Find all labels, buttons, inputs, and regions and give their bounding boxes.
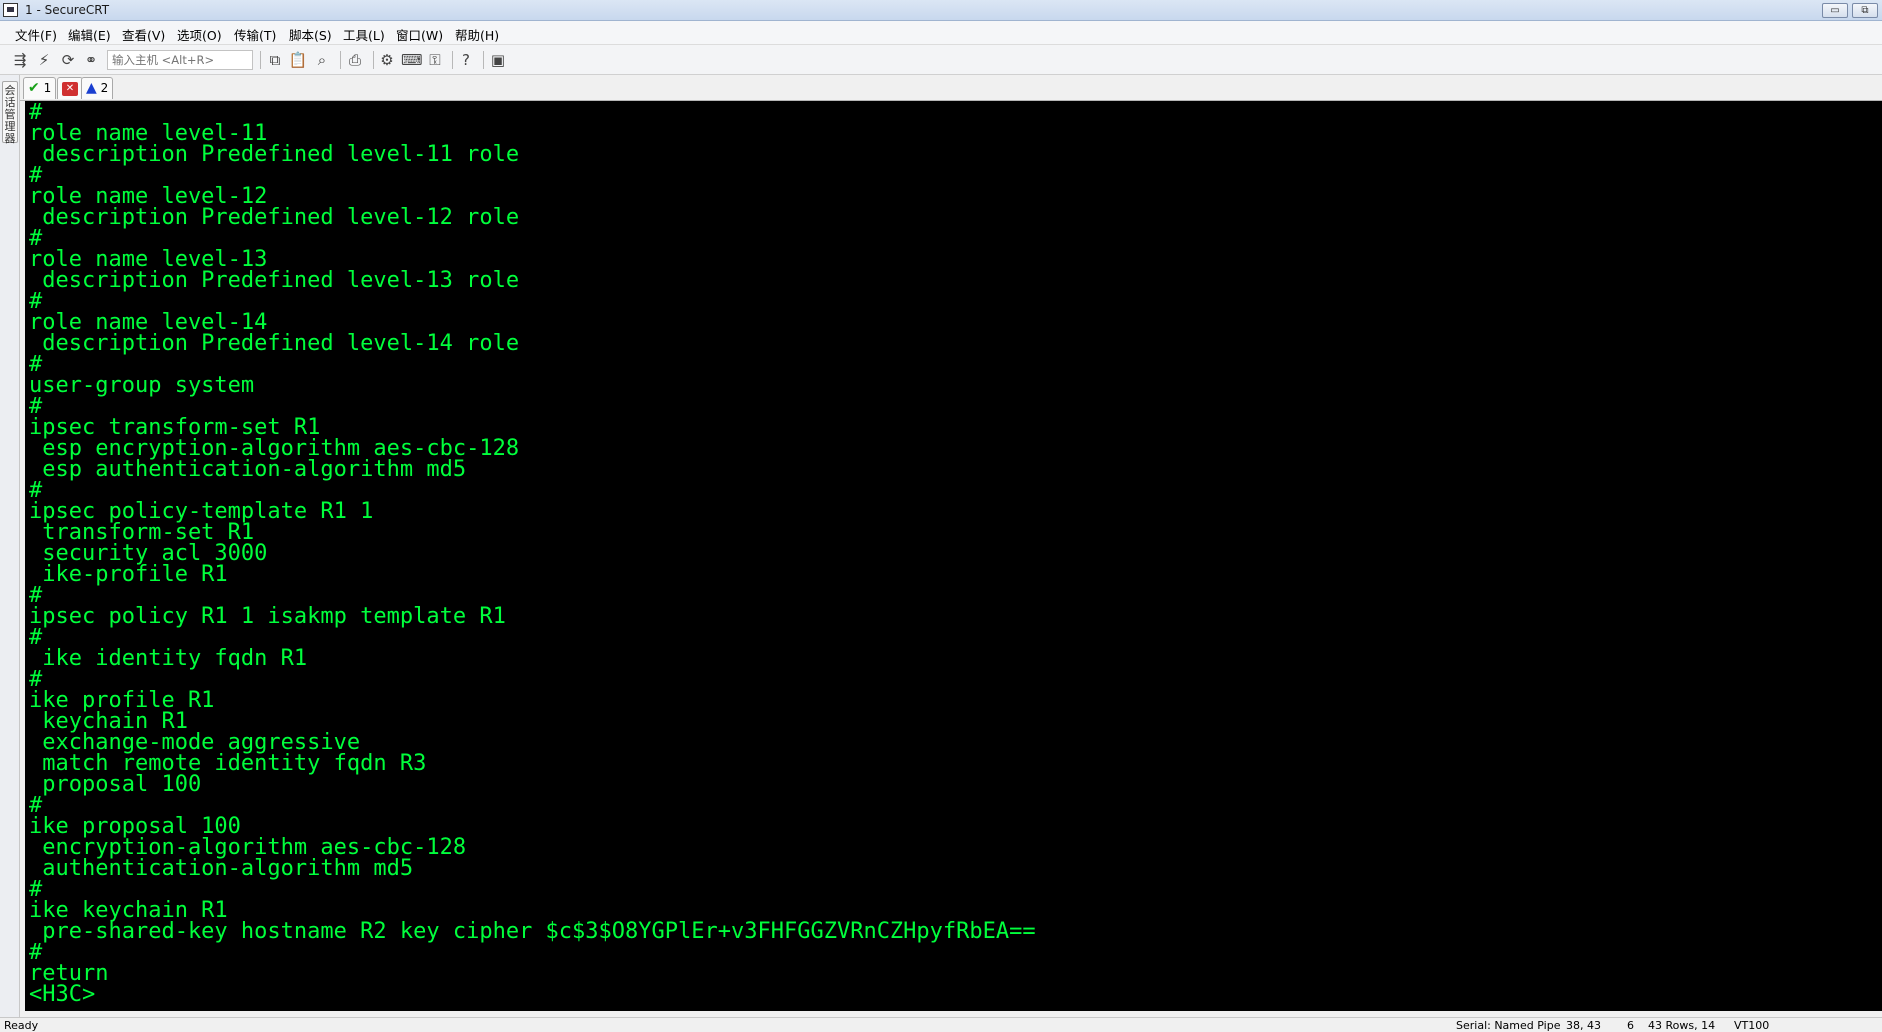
menu-help[interactable]: 帮助(H) (455, 25, 499, 44)
copy-icon[interactable]: ⧉ (265, 50, 285, 70)
terminal-line: description Predefined level-12 role (29, 205, 520, 230)
print-icon[interactable]: ⎙ (345, 50, 365, 70)
window-title: 1 - SecureCRT (25, 3, 110, 17)
terminal-line: esp authentication-algorithm md5 (29, 457, 467, 482)
terminal-line: description Predefined level-14 role (29, 331, 520, 356)
session-tab-label: 2 (100, 81, 109, 95)
key-icon[interactable]: ⚿ (425, 50, 445, 70)
session-tab-disconnected[interactable]: ✕ (57, 77, 83, 99)
terminal-line: return (29, 961, 109, 986)
reconnect-icon[interactable]: ⟳ (58, 50, 78, 70)
terminal-line: keychain R1 (29, 709, 188, 734)
title-bar: 1 - SecureCRT ▭ ⧉ (0, 0, 1882, 21)
terminal-line: description Predefined level-11 role (29, 142, 520, 167)
terminal-line: # (29, 793, 43, 818)
menu-script[interactable]: 脚本(S) (289, 25, 332, 44)
gear-icon[interactable]: ⚙ (377, 50, 397, 70)
terminal-line: # (29, 625, 43, 650)
terminal-line: role name level-14 (29, 310, 268, 335)
status-bar: Ready Serial: Named Pipe 38, 43 6 43 Row… (0, 1017, 1882, 1032)
terminal-line: transform-set R1 (29, 520, 255, 545)
menu-transfer[interactable]: 传输(T) (234, 25, 276, 44)
terminal-output: # role name level-11 description Predefin… (29, 101, 1036, 1007)
disconnect-icon[interactable]: ⚭ (81, 50, 101, 70)
toolbar-separator (452, 51, 453, 69)
session-tab-label: 1 (43, 81, 52, 95)
terminal-line: ike proposal 100 (29, 814, 241, 839)
terminal-line: esp encryption-algorithm aes-cbc-128 (29, 436, 520, 461)
terminal-line: ike keychain R1 (29, 898, 228, 923)
session-manager-tab[interactable]: 会话管理器 (2, 81, 18, 145)
menu-edit[interactable]: 编辑(E) (68, 25, 111, 44)
terminal-line: # (29, 940, 43, 965)
terminal-line: ipsec transform-set R1 (29, 415, 321, 440)
session-manager-strip: 会话管理器 (0, 75, 20, 1017)
quick-connect-icon[interactable]: ⚡ (34, 50, 54, 70)
terminal-line: encryption-algorithm aes-cbc-128 (29, 835, 467, 860)
keymap-icon[interactable]: ⌨ (401, 50, 423, 70)
connected-check-icon: ✔ (28, 80, 40, 96)
terminal-line: # (29, 394, 43, 419)
status-emulation: VT100 (1734, 1019, 1770, 1032)
restore-button[interactable]: ⧉ (1852, 3, 1878, 18)
status-ready: Ready (4, 1019, 39, 1032)
toolbar-separator (483, 51, 484, 69)
disconnected-icon: ✕ (62, 81, 78, 96)
warning-icon: ▲ (86, 80, 97, 96)
menu-view[interactable]: 查看(V) (122, 25, 165, 44)
status-size: 43 Rows, 14 (1648, 1019, 1716, 1032)
menu-file[interactable]: 文件(F) (15, 25, 57, 44)
menu-tools[interactable]: 工具(L) (343, 25, 385, 44)
session-tab-2[interactable]: ▲ 2 (81, 77, 114, 99)
terminal-line: ike identity fqdn R1 (29, 646, 308, 671)
status-connection: Serial: Named Pipe (1456, 1019, 1561, 1032)
terminal-line: ike-profile R1 (29, 562, 228, 587)
menu-window[interactable]: 窗口(W) (396, 25, 443, 44)
terminal-line: user-group system (29, 373, 255, 398)
terminal-line: # (29, 877, 43, 902)
terminal-line: pre-shared-key hostname R2 key cipher $c… (29, 919, 1036, 944)
terminal-line: ipsec policy-template R1 1 (29, 499, 374, 524)
terminal-line: security acl 3000 (29, 541, 268, 566)
toolbar-separator (340, 51, 341, 69)
terminal-line: <H3C> (29, 982, 96, 1007)
status-position: 38, 43 (1566, 1019, 1601, 1032)
terminal-line: # (29, 226, 43, 251)
terminal-screen[interactable]: # role name level-11 description Predefin… (25, 101, 1882, 1011)
terminal-line: ipsec policy R1 1 isakmp template R1 (29, 604, 506, 629)
terminal-line: description Predefined level-13 role (29, 268, 520, 293)
session-tab-bar: ✔ 1 ✕ ▲ 2 (20, 75, 1882, 101)
terminal-line: # (29, 583, 43, 608)
terminal-line: role name level-11 (29, 121, 268, 146)
minimize-button[interactable]: ▭ (1822, 3, 1848, 18)
menu-options[interactable]: 选项(O) (177, 25, 222, 44)
help-icon[interactable]: ? (456, 50, 476, 70)
sftp-icon[interactable]: ▣ (488, 50, 508, 70)
toolbar: ⇶ ⚡ ⟳ ⚭ ⧉ 📋 ⌕ ⎙ ⚙ ⌨ ⚿ ? ▣ (0, 45, 1882, 75)
terminal-line: proposal 100 (29, 772, 202, 797)
terminal-line: role name level-12 (29, 184, 268, 209)
app-icon[interactable] (3, 3, 18, 17)
toolbar-separator (373, 51, 374, 69)
terminal-line: # (29, 289, 43, 314)
find-icon[interactable]: ⌕ (312, 50, 332, 70)
terminal-line: # (29, 352, 43, 377)
status-column: 6 (1627, 1019, 1634, 1032)
terminal-line: # (29, 667, 43, 692)
terminal-line: # (29, 101, 43, 125)
session-tab-1[interactable]: ✔ 1 (23, 77, 57, 99)
paste-icon[interactable]: 📋 (288, 50, 308, 70)
terminal-line: # (29, 163, 43, 188)
toolbar-separator (260, 51, 261, 69)
terminal-line: match remote identity fqdn R3 (29, 751, 427, 776)
terminal-line: # (29, 478, 43, 503)
terminal-line: ike profile R1 (29, 688, 215, 713)
menu-bar: 文件(F) 编辑(E) 查看(V) 选项(O) 传输(T) 脚本(S) 工具(L… (0, 21, 1882, 45)
terminal-line: role name level-13 (29, 247, 268, 272)
connect-icon[interactable]: ⇶ (10, 50, 30, 70)
terminal-line: exchange-mode aggressive (29, 730, 361, 755)
host-input[interactable] (107, 50, 253, 70)
terminal-line: authentication-algorithm md5 (29, 856, 414, 881)
